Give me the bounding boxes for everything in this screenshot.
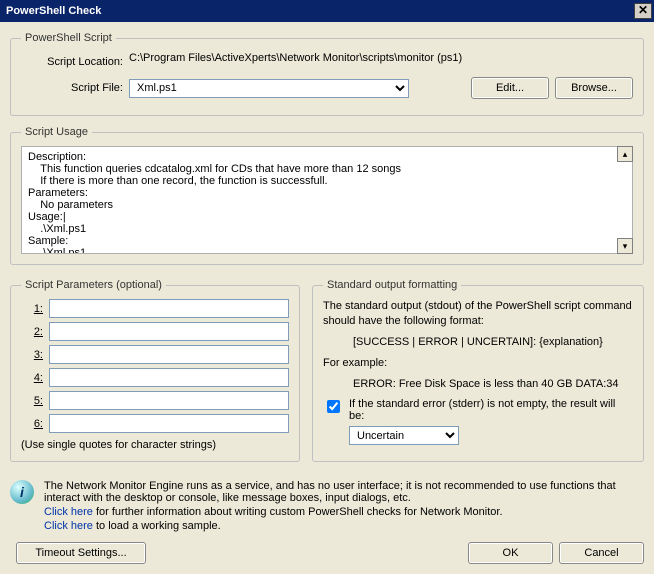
param-4-label: 4:: [21, 372, 49, 384]
info-text-block: The Network Monitor Engine runs as a ser…: [44, 480, 644, 532]
stdout-desc-1: The standard output (stdout) of the Powe…: [323, 299, 633, 329]
param-2-input[interactable]: [49, 322, 289, 341]
param-5-input[interactable]: [49, 391, 289, 410]
info-link-sample[interactable]: Click here: [44, 520, 93, 532]
group-legend: Standard output formatting: [323, 279, 461, 291]
script-location-value: C:\Program Files\ActiveXperts\Network Mo…: [129, 52, 633, 71]
stdout-desc-2: For example:: [323, 356, 633, 371]
scroll-up-icon[interactable]: ▴: [617, 146, 633, 162]
group-legend: Script Usage: [21, 126, 92, 138]
info-line-2-rest: for further information about writing cu…: [93, 506, 503, 518]
script-usage-text: Description: This function queries cdcat…: [21, 146, 633, 254]
stderr-result-select[interactable]: Uncertain: [349, 426, 459, 445]
browse-button[interactable]: Browse...: [555, 77, 633, 99]
stdout-example-value: ERROR: Free Disk Space is less than 40 G…: [323, 377, 633, 392]
script-file-label: Script File:: [21, 82, 129, 94]
scroll-down-icon[interactable]: ▾: [617, 238, 633, 254]
stdout-format-example: [SUCCESS | ERROR | UNCERTAIN]: {explanat…: [323, 335, 633, 350]
script-location-label: Script Location:: [21, 56, 129, 68]
param-1-label: 1:: [21, 303, 49, 315]
stderr-label: If the standard error (stderr) is not em…: [349, 398, 633, 422]
close-button[interactable]: ✕: [634, 3, 652, 19]
param-4-input[interactable]: [49, 368, 289, 387]
param-1-input[interactable]: [49, 299, 289, 318]
group-legend: PowerShell Script: [21, 32, 116, 44]
param-2-label: 2:: [21, 326, 49, 338]
powershell-script-group: PowerShell Script Script Location: C:\Pr…: [10, 32, 644, 116]
edit-button[interactable]: Edit...: [471, 77, 549, 99]
info-line-3-rest: to load a working sample.: [93, 520, 221, 532]
window-title: PowerShell Check: [6, 5, 634, 17]
info-line-1: The Network Monitor Engine runs as a ser…: [44, 480, 644, 504]
dialog-content: PowerShell Script Script Location: C:\Pr…: [0, 22, 654, 574]
stdout-formatting-group: Standard output formatting The standard …: [312, 279, 644, 462]
info-link-further[interactable]: Click here: [44, 506, 93, 518]
cancel-button[interactable]: Cancel: [559, 542, 644, 564]
param-6-input[interactable]: [49, 414, 289, 433]
param-5-label: 5:: [21, 395, 49, 407]
param-3-label: 3:: [21, 349, 49, 361]
info-icon: i: [10, 480, 34, 504]
param-6-label: 6:: [21, 418, 49, 430]
script-file-select[interactable]: Xml.ps1: [129, 79, 409, 98]
timeout-settings-button[interactable]: Timeout Settings...: [16, 542, 146, 564]
script-parameters-group: Script Parameters (optional) 1: 2: 3: 4:…: [10, 279, 300, 462]
script-usage-group: Script Usage Description: This function …: [10, 126, 644, 265]
title-bar: PowerShell Check ✕: [0, 0, 654, 22]
params-note: (Use single quotes for character strings…: [21, 439, 289, 451]
group-legend: Script Parameters (optional): [21, 279, 166, 291]
param-3-input[interactable]: [49, 345, 289, 364]
ok-button[interactable]: OK: [468, 542, 553, 564]
stderr-checkbox[interactable]: [327, 400, 340, 413]
